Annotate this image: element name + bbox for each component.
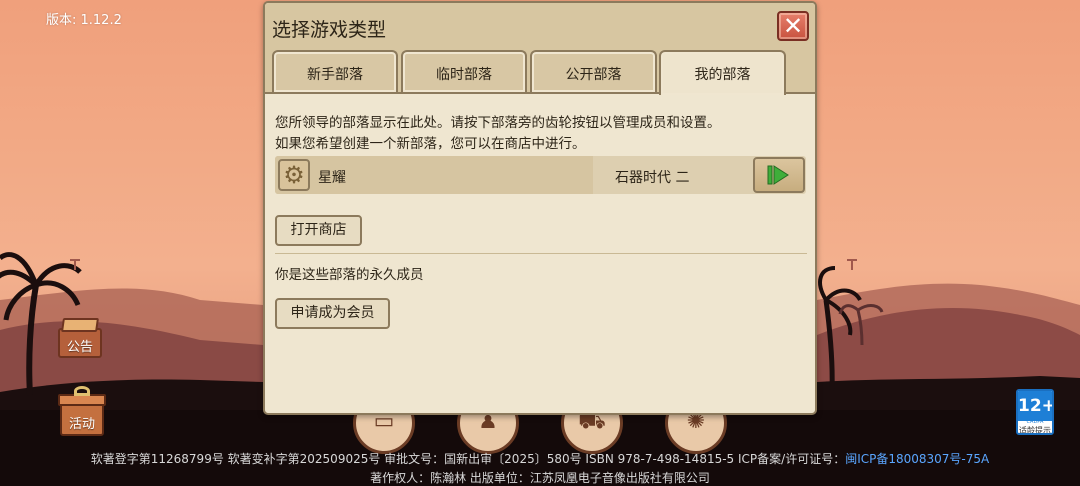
tribe-row: ⚙ 星耀 石器时代 二 (275, 156, 806, 194)
tab-label: 新手部落 (307, 67, 363, 83)
dialog-header: 选择游戏类型 ✕ 新手部落 临时部落 公开部落 我的部落 (265, 3, 815, 95)
tab-my-tribes[interactable]: 我的部落 (659, 50, 786, 95)
age-rating-caption: 适龄提示 (1019, 426, 1051, 435)
age-rating-value: 12+ (1018, 391, 1052, 421)
gear-icon: ⚙ (283, 161, 305, 189)
play-icon (767, 165, 789, 185)
tab-beginner-tribes[interactable]: 新手部落 (272, 50, 398, 92)
tribe-play-button[interactable] (753, 157, 805, 193)
tab-label: 我的部落 (694, 67, 751, 83)
notice-button[interactable]: 公告 (54, 314, 106, 366)
dialog-title: 选择游戏类型 (272, 19, 387, 41)
footer-copyright-line: 著作权人：陈瀚林 出版单位：江苏凤凰电子音像出版社有限公司 (370, 471, 710, 485)
tab-public-tribes[interactable]: 公开部落 (530, 50, 657, 92)
close-icon: ✕ (783, 12, 804, 40)
icp-link[interactable]: 闽ICP备18008307号-75A (845, 452, 989, 466)
tribe-era: 石器时代 二 (615, 170, 690, 186)
tribe-name: 星耀 (318, 170, 346, 186)
notice-lid-icon (61, 318, 99, 332)
open-shop-button[interactable]: 打开商店 (275, 215, 362, 246)
intro-text-line-2: 如果您希望创建一个新部落，您可以在商店中进行。 (275, 136, 586, 152)
tab-temporary-tribes[interactable]: 临时部落 (401, 50, 527, 92)
footer-license-text: 软著登字第11268799号 软著变补字第202509025号 审批文号：国新出… (90, 452, 846, 466)
dialog-body: 您所领导的部落显示在此处。请按下部落旁的齿轮按钮以管理成员和设置。 如果您希望创… (265, 92, 815, 413)
tab-label: 公开部落 (565, 67, 622, 83)
version-label: 版本: 1.12.2 (46, 13, 122, 28)
event-label: 活动 (68, 417, 95, 432)
divider (275, 253, 807, 254)
tribe-settings-button[interactable]: ⚙ (278, 159, 310, 191)
footer-license-line: 软著登字第11268799号 软著变补字第202509025号 审批文号：国新出… (0, 450, 1080, 467)
notice-label: 公告 (66, 340, 93, 355)
event-button[interactable]: 活动 (56, 386, 108, 438)
permanent-member-label: 你是这些部落的永久成员 (275, 267, 424, 283)
game-type-dialog: 选择游戏类型 ✕ 新手部落 临时部落 公开部落 我的部落 您所领导的部落显示在此… (263, 1, 817, 415)
gift-bow-icon (74, 386, 90, 396)
close-button[interactable]: ✕ (777, 11, 809, 41)
intro-text-line-1: 您所领导的部落显示在此处。请按下部落旁的齿轮按钮以管理成员和设置。 (275, 115, 721, 131)
apply-member-button[interactable]: 申请成为会员 (275, 298, 390, 329)
age-rating-badge[interactable]: 12+ CADPA 适龄提示 (1016, 389, 1054, 435)
tab-label: 临时部落 (436, 67, 492, 83)
